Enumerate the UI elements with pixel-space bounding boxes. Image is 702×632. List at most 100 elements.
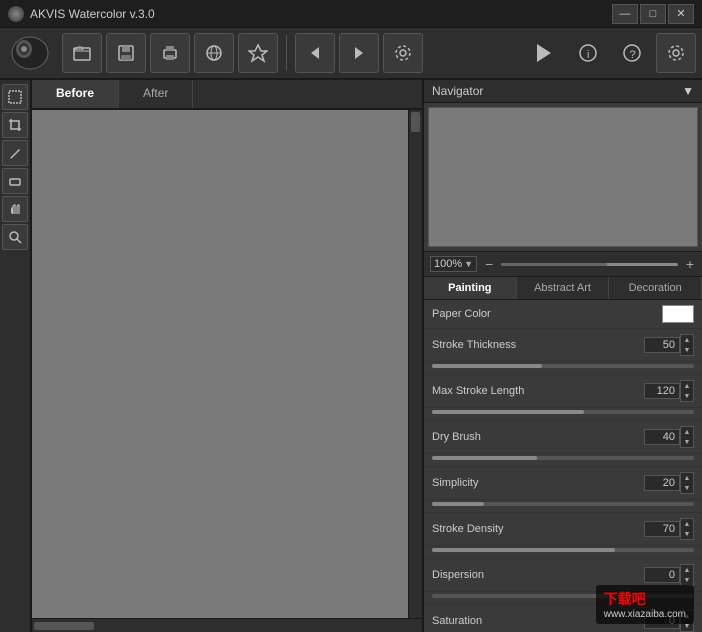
dispersion-spinner[interactable]: ▲ ▼ [680,564,694,586]
simplicity-value[interactable] [644,475,680,491]
dispersion-down[interactable]: ▼ [681,575,693,585]
stroke-thickness-slider[interactable] [432,364,694,368]
stroke-density-row: Stroke Density ▲ ▼ [424,513,702,546]
dry-brush-slider[interactable] [432,456,694,460]
watermark: 下载吧 www.xiazaiba.com [596,585,694,624]
zoom-dropdown-icon[interactable]: ▼ [464,259,473,269]
toolbox [0,80,32,632]
stroke-thickness-down[interactable]: ▼ [681,345,693,355]
dry-brush-row: Dry Brush ▲ ▼ [424,421,702,454]
simplicity-label: Simplicity [432,477,644,489]
settings-tabs: Painting Abstract Art Decoration [424,277,702,300]
tab-before[interactable]: Before [32,80,119,108]
tab-abstract-art[interactable]: Abstract Art [517,277,610,299]
back-btn[interactable] [295,33,335,73]
stroke-density-value[interactable] [644,521,680,537]
max-stroke-length-label: Max Stroke Length [432,385,644,397]
stroke-density-down[interactable]: ▼ [681,529,693,539]
watermark-text: 下载吧 [604,589,686,609]
app-logo-icon [10,35,50,71]
hand-tool-btn[interactable] [2,196,28,222]
save-btn[interactable] [106,33,146,73]
simplicity-down[interactable]: ▼ [681,483,693,493]
right-panel: Navigator ▼ 100% ▼ − + Painting Abstract… [422,80,702,632]
paper-color-label: Paper Color [432,308,662,320]
select-tool-btn[interactable] [2,84,28,110]
dispersion-value[interactable] [644,567,680,583]
stroke-density-up[interactable]: ▲ [681,519,693,529]
stroke-thickness-label: Stroke Thickness [432,339,644,351]
toolbar: i ? [0,28,702,80]
simplicity-up[interactable]: ▲ [681,473,693,483]
info-btn[interactable]: i [568,33,608,73]
dry-brush-label: Dry Brush [432,431,644,443]
stroke-density-slider-row [424,546,702,559]
tab-decoration[interactable]: Decoration [609,277,702,299]
canvas-vscroll[interactable] [408,110,422,618]
navigator-preview [428,107,698,247]
dry-brush-slider-row [424,454,702,467]
tab-after[interactable]: After [119,80,193,108]
zoom-minus-btn[interactable]: − [483,256,495,272]
play-btn[interactable] [524,33,564,73]
settings-content: Paper Color Stroke Thickness ▲ ▼ Max Str… [424,300,702,632]
minimize-btn[interactable]: — [612,4,638,24]
open-file-btn[interactable] [62,33,102,73]
stroke-density-slider[interactable] [432,548,694,552]
dry-brush-value[interactable] [644,429,680,445]
stroke-thickness-up[interactable]: ▲ [681,335,693,345]
close-btn[interactable]: ✕ [668,4,694,24]
dispersion-label: Dispersion [432,569,644,581]
simplicity-slider-row [424,500,702,513]
zoom-plus-btn[interactable]: + [684,256,696,272]
zoom-tool-btn[interactable] [2,224,28,250]
stroke-thickness-slider-row [424,362,702,375]
settings-cog-btn[interactable] [383,33,423,73]
stamp-btn[interactable] [238,33,278,73]
stroke-thickness-value[interactable] [644,337,680,353]
canvas-wrapper [32,110,422,618]
paper-color-row: Paper Color [424,300,702,329]
simplicity-spinner[interactable]: ▲ ▼ [680,472,694,494]
max-stroke-length-up[interactable]: ▲ [681,381,693,391]
max-stroke-length-slider[interactable] [432,410,694,414]
stroke-density-spinner[interactable]: ▲ ▼ [680,518,694,540]
dispersion-up[interactable]: ▲ [681,565,693,575]
brush-tool-btn[interactable] [2,140,28,166]
window-controls: — □ ✕ [612,4,694,24]
navigator-collapse-icon[interactable]: ▼ [682,84,694,98]
app-icon [8,6,24,22]
paper-color-picker[interactable] [662,305,694,323]
canvas-area: Before After [32,80,422,632]
tab-painting[interactable]: Painting [424,277,517,299]
options-btn[interactable] [656,33,696,73]
canvas-hscroll[interactable] [32,618,422,632]
zoom-value-text: 100% [434,258,462,270]
print-btn[interactable] [150,33,190,73]
simplicity-slider[interactable] [432,502,694,506]
help-btn[interactable]: ? [612,33,652,73]
navigator-zoom: 100% ▼ − + [424,251,702,277]
max-stroke-length-row: Max Stroke Length ▲ ▼ [424,375,702,408]
svg-text:?: ? [630,49,636,61]
max-stroke-length-slider-row [424,408,702,421]
maximize-btn[interactable]: □ [640,4,666,24]
forward-btn[interactable] [339,33,379,73]
crop-tool-btn[interactable] [2,112,28,138]
dry-brush-up[interactable]: ▲ [681,427,693,437]
dry-brush-down[interactable]: ▼ [681,437,693,447]
stroke-density-label: Stroke Density [432,523,644,535]
stroke-thickness-spinner[interactable]: ▲ ▼ [680,334,694,356]
title-bar: AKVIS Watercolor v.3.0 — □ ✕ [0,0,702,28]
max-stroke-length-down[interactable]: ▼ [681,391,693,401]
web-btn[interactable] [194,33,234,73]
simplicity-row: Simplicity ▲ ▼ [424,467,702,500]
dry-brush-spinner[interactable]: ▲ ▼ [680,426,694,448]
max-stroke-length-value[interactable] [644,383,680,399]
max-stroke-length-spinner[interactable]: ▲ ▼ [680,380,694,402]
watermark-url: www.xiazaiba.com [604,609,686,620]
eraser-tool-btn[interactable] [2,168,28,194]
zoom-slider[interactable] [501,263,678,266]
canvas[interactable] [32,110,408,618]
toolbar-separator-1 [286,35,287,71]
